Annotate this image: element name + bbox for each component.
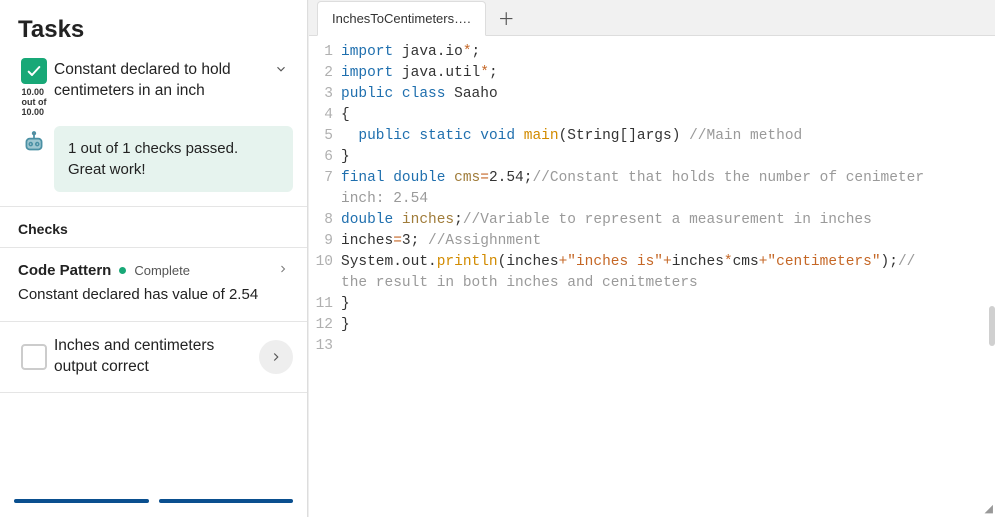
checkbox-empty-icon (21, 344, 47, 370)
bottom-bar (0, 485, 307, 517)
code-line-5: 5 public static void main(String[]args) … (309, 126, 995, 147)
code-line-9: 9 inches=3; //Assighnment (309, 231, 995, 252)
code-line-10-wrap: the result in both inches and cenitmeter… (309, 273, 995, 294)
expand-task-button[interactable] (259, 340, 293, 374)
line-number: 8 (309, 210, 341, 231)
task-1-score: 10.00 out of 10.00 (22, 88, 47, 118)
scrollbar-thumb[interactable] (989, 306, 995, 346)
score-earned: 10.00 (22, 87, 45, 97)
task-1-description: Constant declared to hold centimeters in… (54, 58, 269, 102)
file-tab[interactable]: InchesToCentimeters…. (317, 1, 486, 36)
code-line-2: 2 import java.util*; (309, 63, 995, 84)
code-line-7-wrap: inch: 2.54 (309, 189, 995, 210)
line-number: 2 (309, 63, 341, 84)
check-card-1-header: Code Pattern Complete (18, 262, 289, 279)
score-out-of: out of (22, 97, 47, 107)
task-1-status-col: 10.00 out of 10.00 (14, 58, 54, 118)
bottom-button-2[interactable] (159, 499, 294, 503)
tasks-panel: Tasks 10.00 out of 10.00 Constant declar… (0, 0, 308, 517)
score-total: 10.00 (22, 107, 45, 117)
code-line-1: 1 import java.io*; (309, 42, 995, 63)
code-line-12: 12 } (309, 315, 995, 336)
line-number: 6 (309, 147, 341, 168)
checkmark-icon (21, 58, 47, 84)
robot-icon (14, 126, 54, 156)
chevron-down-icon[interactable] (269, 58, 293, 76)
bottom-button-1[interactable] (14, 499, 149, 503)
code-line-8: 8 double inches;//Variable to represent … (309, 210, 995, 231)
status-dot-icon (119, 267, 126, 274)
line-number: 1 (309, 42, 341, 63)
checks-heading: Checks (0, 207, 307, 247)
check-title: Code Pattern (18, 262, 111, 279)
line-number (309, 189, 341, 210)
check-card-1[interactable]: Code Pattern Complete Constant declared … (0, 247, 307, 322)
line-number: 10 (309, 252, 341, 273)
task-2-status-col (14, 344, 54, 370)
file-tab-label: InchesToCentimeters…. (332, 11, 471, 26)
resize-handle-icon[interactable]: ◢ (985, 502, 993, 515)
chevron-right-icon[interactable] (277, 262, 289, 278)
code-line-4: 4 { (309, 105, 995, 126)
line-number: 3 (309, 84, 341, 105)
task-1: 10.00 out of 10.00 Constant declared to … (0, 58, 307, 207)
editor-panel: InchesToCentimeters…. ＋ 1 import java.io… (308, 0, 995, 517)
task-1-header[interactable]: 10.00 out of 10.00 Constant declared to … (14, 58, 293, 118)
task-2-description: Inches and centimeters output correct (54, 336, 259, 378)
check-description: Constant declared has value of 2.54 (18, 285, 289, 305)
line-number (309, 273, 341, 294)
code-line-10: 10 System.out.println(inches+"inches is"… (309, 252, 995, 273)
code-line-3: 3 public class Saaho (309, 84, 995, 105)
task-1-feedback: 1 out of 1 checks passed. Great work! (54, 126, 293, 192)
line-number: 13 (309, 336, 341, 357)
line-number: 5 (309, 126, 341, 147)
line-number: 12 (309, 315, 341, 336)
code-editor[interactable]: 1 import java.io*; 2 import java.util*; … (309, 36, 995, 517)
code-line-6: 6 } (309, 147, 995, 168)
tasks-title: Tasks (0, 0, 307, 58)
task-2[interactable]: Inches and centimeters output correct (0, 322, 307, 393)
tab-strip: InchesToCentimeters…. ＋ (309, 0, 995, 36)
code-line-7: 7 final double cms=2.54;//Constant that … (309, 168, 995, 189)
code-line-11: 11 } (309, 294, 995, 315)
line-number: 9 (309, 231, 341, 252)
line-number: 7 (309, 168, 341, 189)
feedback-row: 1 out of 1 checks passed. Great work! (14, 126, 293, 192)
check-status: Complete (134, 263, 190, 278)
line-number: 11 (309, 294, 341, 315)
new-tab-button[interactable]: ＋ (486, 5, 527, 30)
code-line-13: 13 (309, 336, 995, 357)
line-number: 4 (309, 105, 341, 126)
